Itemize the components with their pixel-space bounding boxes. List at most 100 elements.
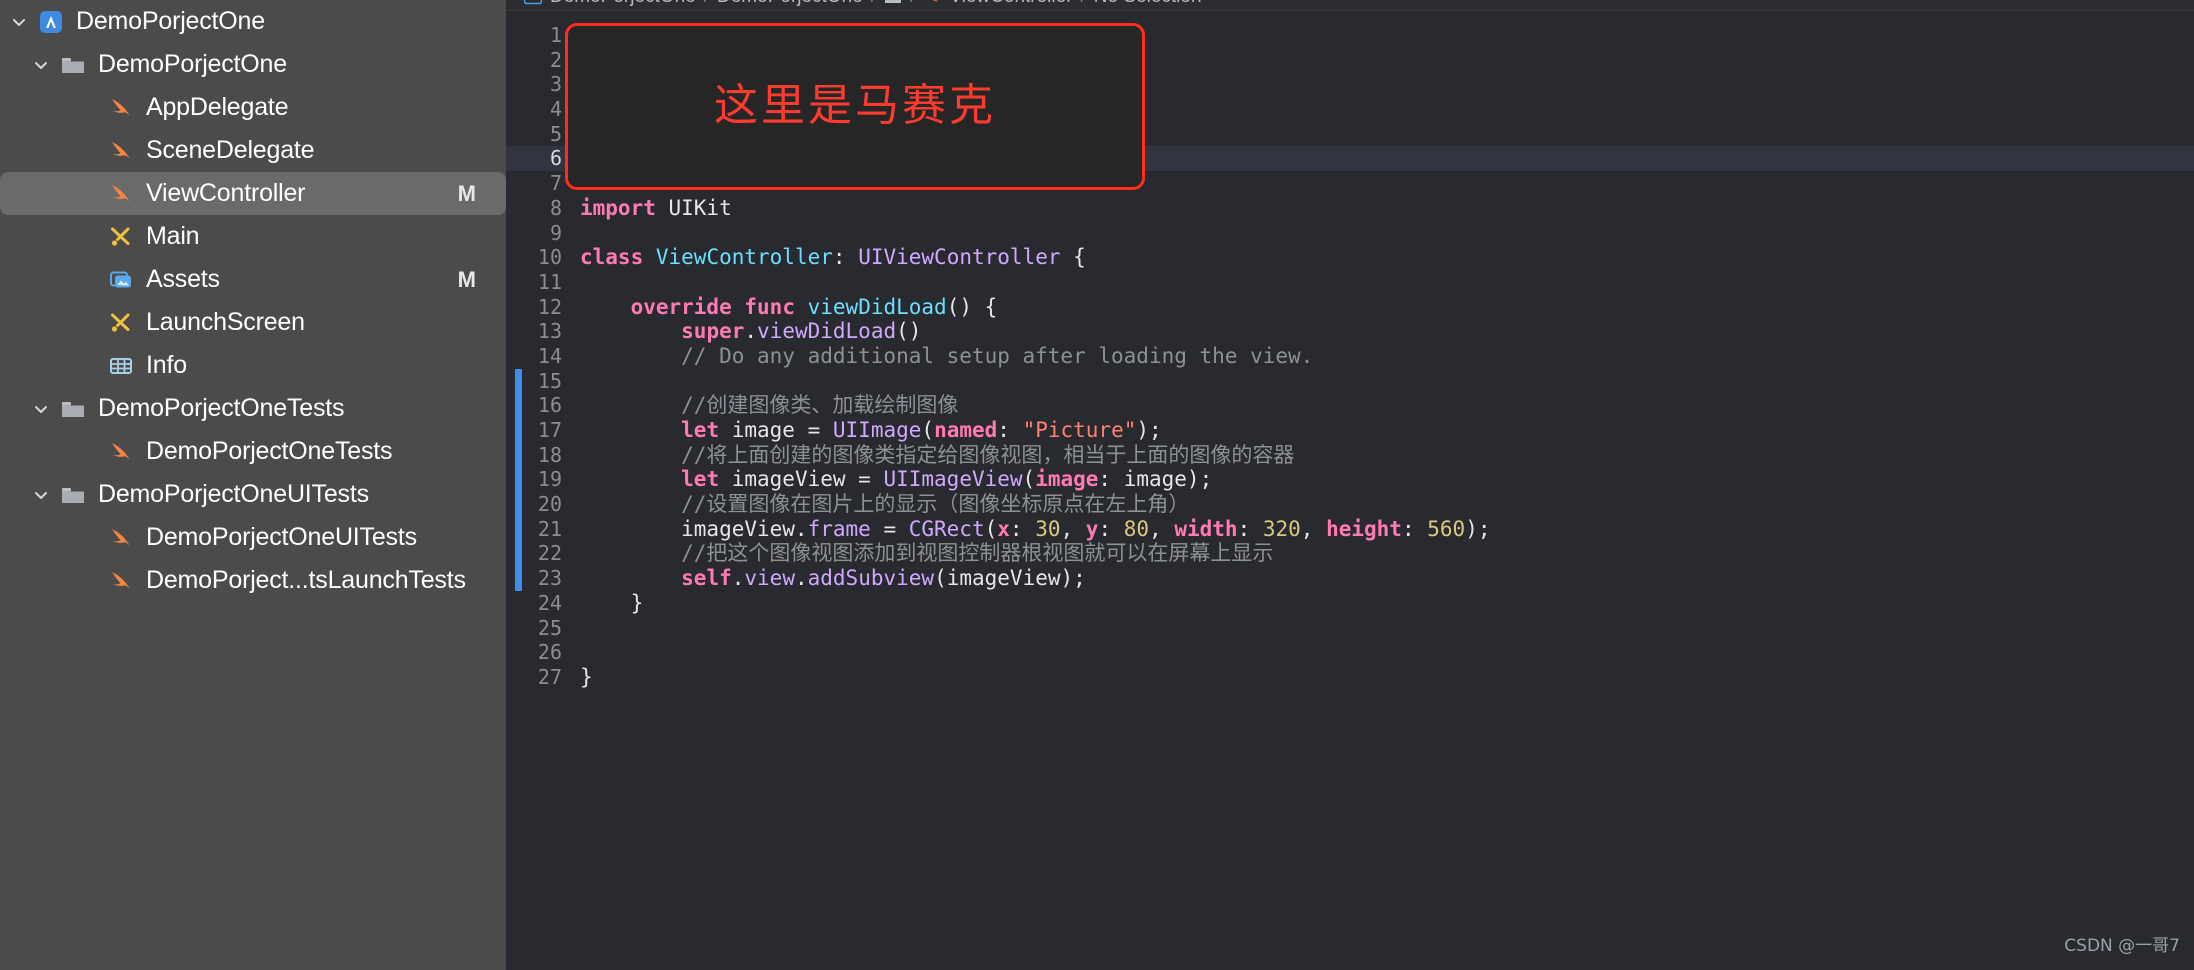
code-token: frame xyxy=(807,516,871,541)
code-token: ( xyxy=(1022,467,1036,492)
sidebar-item-viewcontroller[interactable]: ViewController M xyxy=(0,172,506,215)
code-token: . xyxy=(744,319,758,344)
sidebar-item-demoporjectoneuitests[interactable]: DemoPorjectOneUITests xyxy=(0,516,506,559)
code-token: self xyxy=(681,566,732,591)
breadcrumb-item-1[interactable]: DemoPorjectOne xyxy=(717,0,863,8)
breadcrumb-separator: / xyxy=(1081,0,1086,8)
code-line[interactable]: 9 xyxy=(506,221,2194,246)
code-line[interactable]: 25 xyxy=(506,616,2194,641)
code-token: CGRect xyxy=(908,516,985,541)
sidebar-item-demoporjectonetests[interactable]: DemoPorjectOneTests xyxy=(0,387,506,430)
code-line-text: //创建图像类、加载绘制图像 xyxy=(580,393,958,418)
breadcrumb-item-3[interactable]: No Selection xyxy=(1094,0,1202,8)
code-token: , xyxy=(1149,516,1175,541)
code-token: viewDidLoad xyxy=(757,319,897,344)
swift-file-icon xyxy=(923,0,941,5)
breadcrumb-item-2[interactable]: ViewController xyxy=(949,0,1072,8)
sidebar-item-demoporjectonetests[interactable]: DemoPorjectOneTests xyxy=(0,430,506,473)
code-line-text: class ViewController: UIViewController { xyxy=(580,245,1086,270)
sidebar-item-appdelegate[interactable]: AppDelegate xyxy=(0,86,506,129)
code-line[interactable]: 20 //设置图像在图片上的显示（图像坐标原点在左上角） xyxy=(506,492,2194,517)
sidebar-item-demoporjectone[interactable]: DemoPorjectOne xyxy=(0,0,506,43)
sidebar-item-label: DemoPorject...tsLaunchTests xyxy=(146,566,466,594)
code-token: height xyxy=(1326,516,1402,541)
sidebar-item-demoporjectoneuitests[interactable]: DemoPorjectOneUITests xyxy=(0,473,506,516)
code-line-text: let imageView = UIImageView(image: image… xyxy=(580,467,1212,492)
code-token: //创建图像类、加载绘制图像 xyxy=(580,393,959,418)
line-number: 10 xyxy=(537,245,562,270)
code-token: () xyxy=(896,319,922,344)
code-token: : xyxy=(832,245,859,270)
sidebar-item-main[interactable]: Main xyxy=(0,215,506,258)
chevron-down-icon[interactable] xyxy=(30,56,52,74)
source-code-area[interactable]: 1 2 3 4 5 6 7 8 import UIKit 9 10 class ViewControl… xyxy=(506,11,2194,970)
code-line[interactable]: 23 self.view.addSubview(imageView); xyxy=(506,566,2194,591)
code-line[interactable]: 27} xyxy=(506,665,2194,690)
code-line[interactable]: 8 import UIKit xyxy=(506,196,2194,221)
code-token: } xyxy=(580,664,593,689)
code-line[interactable]: 16 //创建图像类、加载绘制图像 xyxy=(506,393,2194,418)
sidebar-item-label: Main xyxy=(146,222,200,250)
line-number: 24 xyxy=(537,590,562,615)
code-line-text: let image = UIImage(named: "Picture"); xyxy=(580,418,1162,443)
code-token: ); xyxy=(1465,516,1491,541)
code-line[interactable]: 18 //将上面创建的图像类指定给图像视图，相当于上面的图像的容器 xyxy=(506,443,2194,468)
sidebar-item-demoporjectone[interactable]: DemoPorjectOne xyxy=(0,43,506,86)
sidebar-item-assets[interactable]: Assets M xyxy=(0,258,506,301)
code-line[interactable]: 11 xyxy=(506,270,2194,295)
code-token: = xyxy=(870,516,909,541)
code-line[interactable]: 14 // Do any additional setup after load… xyxy=(506,344,2194,369)
code-token: ( xyxy=(984,516,998,541)
breadcrumb-items: DemoPorjectOne / DemoPorjectOne / / View… xyxy=(524,0,1202,8)
code-line[interactable]: 12 override func viewDidLoad() { xyxy=(506,295,2194,320)
code-line-text: imageView.frame = CGRect(x: 30, y: 80, w… xyxy=(580,517,1490,542)
sidebar-item-launchscreen[interactable]: LaunchScreen xyxy=(0,301,506,344)
code-line-text: override func viewDidLoad() { xyxy=(580,295,998,320)
folder-icon xyxy=(56,396,90,422)
breadcrumb[interactable]: DemoPorjectOne / DemoPorjectOne / / View… xyxy=(506,0,2194,11)
code-token: let xyxy=(681,418,720,442)
sidebar-item-label: DemoPorjectOne xyxy=(76,7,265,35)
code-line-text: } xyxy=(580,665,593,690)
code-token: . xyxy=(731,566,745,591)
breadcrumb-separator: / xyxy=(910,0,915,8)
swift-file-icon xyxy=(104,138,138,164)
breadcrumb-item-0[interactable]: DemoPorjectOne xyxy=(550,0,696,8)
chevron-down-icon[interactable] xyxy=(8,13,30,31)
code-line[interactable]: 19 let imageView = UIImageView(image: im… xyxy=(506,467,2194,492)
code-token: ViewController xyxy=(655,245,833,270)
project-navigator-list: DemoPorjectOne DemoPorjectOne AppDelegate S… xyxy=(0,0,506,602)
chevron-down-icon[interactable] xyxy=(30,400,52,418)
code-token: super xyxy=(681,319,745,344)
code-token: . xyxy=(794,566,808,591)
code-line[interactable]: 10 class ViewController: UIViewController… xyxy=(506,245,2194,270)
code-line[interactable]: 26 xyxy=(506,640,2194,665)
sidebar-item-demoporject-tslaunchtests[interactable]: DemoPorject...tsLaunchTests xyxy=(0,559,506,602)
code-line[interactable]: 15 xyxy=(506,369,2194,394)
code-line-text: } xyxy=(580,591,644,616)
code-line[interactable]: 13 super.viewDidLoad() xyxy=(506,319,2194,344)
folder-icon xyxy=(56,52,90,78)
code-line[interactable]: 17 let image = UIImage(named: "Picture")… xyxy=(506,418,2194,443)
sidebar-item-scenedelegate[interactable]: SceneDelegate xyxy=(0,129,506,172)
code-token: imageView. xyxy=(580,516,808,541)
chevron-down-icon[interactable] xyxy=(30,486,52,504)
code-line-text: // Do any additional setup after loading… xyxy=(580,344,1313,369)
watermark-label: CSDN @一哥7 xyxy=(2064,936,2180,956)
code-line[interactable]: 24 } xyxy=(506,591,2194,616)
sidebar-item-label: DemoPorjectOneTests xyxy=(98,394,345,422)
project-navigator-sidebar[interactable]: DemoPorjectOne DemoPorjectOne AppDelegate S… xyxy=(0,0,506,970)
storyboard-icon xyxy=(104,224,138,250)
code-token: y xyxy=(1085,516,1099,541)
code-token: 80 xyxy=(1123,516,1150,541)
code-line[interactable]: 22 //把这个图像视图添加到视图控制器根视图就可以在屏幕上显示 xyxy=(506,541,2194,566)
sidebar-item-label: Assets xyxy=(146,265,220,293)
sidebar-item-info[interactable]: Info xyxy=(0,344,506,387)
xcode-project-icon xyxy=(34,9,68,35)
line-number: 11 xyxy=(537,269,562,294)
breadcrumb-separator: / xyxy=(704,0,709,8)
code-line[interactable]: 21 imageView.frame = CGRect(x: 30, y: 80… xyxy=(506,517,2194,542)
